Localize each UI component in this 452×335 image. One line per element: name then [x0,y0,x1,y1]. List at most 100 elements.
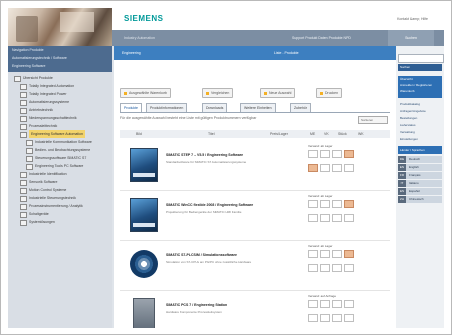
tree-item[interactable]: Totally Integrated Power [8,90,108,98]
tab-downloads[interactable]: Downloads [202,103,228,112]
tree-item[interactable]: Engineering Software Automation [8,130,108,138]
quantity-field[interactable] [308,314,318,322]
product-title-link[interactable]: SIMATIC S7-PLCSIM / Simulationssoftware [166,253,258,257]
tab-product-info[interactable]: Produktinformationen [146,103,188,112]
tree-item[interactable]: Steuerungssoftware SIMATIC S7 [8,154,108,162]
sort-select[interactable]: Sortieren [358,116,388,124]
quantity-field[interactable] [332,150,342,158]
quantity-field[interactable] [308,164,318,172]
language-row[interactable]: DE Deutsch [398,156,442,163]
product-status: Versand: ab Lager [308,194,333,198]
quantity-field[interactable] [320,164,330,172]
quantity-field[interactable] [332,214,342,222]
right-link[interactable]: Produktkatalog [400,102,420,106]
quantity-field[interactable] [344,200,354,208]
language-row[interactable]: EN English [398,164,442,171]
tree-item[interactable]: Totally Integrated Automation [8,82,108,90]
quantity-field[interactable] [332,200,342,208]
tree-item[interactable]: Antriebstechnik [8,106,108,114]
product-title-link[interactable]: SIMATIC WinCC flexible 2008 / Engineerin… [166,203,258,207]
quantity-field[interactable] [320,314,330,322]
product-image[interactable] [130,148,158,182]
quantity-field[interactable] [344,300,354,308]
main-title-bar: Engineering Liste - Produkte [114,46,396,60]
search-input[interactable] [398,54,444,63]
quantity-field[interactable] [332,300,342,308]
tree-item[interactable]: Industrielle Steuerungstechnik [8,194,108,202]
new-selection-button[interactable]: Neue Auswahl [260,88,296,98]
product-image[interactable] [130,250,158,278]
quantity-field[interactable] [332,164,342,172]
tree-item[interactable]: Motion Control Systeme [8,186,108,194]
quantity-field[interactable] [332,314,342,322]
quantity-field[interactable] [344,314,354,322]
product-tree: Übersicht Produkte Totally Integrated Aut… [8,74,108,226]
quantity-field[interactable] [320,250,330,258]
column-header[interactable]: Bild [136,132,142,136]
contact-link[interactable]: Kontakt &amp; Hilfe [397,17,428,21]
right-link[interactable]: Bestellungen [400,116,417,120]
right-link[interactable]: Lieferstatus [400,123,416,127]
tree-item[interactable]: Schaltgeräte [8,210,108,218]
nav-link-industry[interactable]: Industry Automation [124,36,155,40]
tree-item[interactable]: Industrielle Identifikation [8,170,108,178]
quantity-field[interactable] [344,214,354,222]
language-row[interactable]: IT Italiano [398,180,442,187]
tree-item-label: Antriebstechnik [29,108,53,112]
tab-products[interactable]: Produkte [120,103,143,112]
tree-item[interactable]: Sensorik Software [8,178,108,186]
quantity-field[interactable] [344,164,354,172]
quantity-field[interactable] [320,214,330,222]
search-button[interactable]: Suchen [398,64,442,71]
quantity-field[interactable] [308,250,318,258]
tree-item-label: Totally Integrated Automation [29,84,75,88]
tree-item[interactable]: Prozessleittechnik [8,122,108,130]
quantity-field[interactable] [320,300,330,308]
quantity-field[interactable] [308,300,318,308]
quantity-field[interactable] [332,264,342,272]
compare-button[interactable]: Vergleichen [202,88,234,98]
quantity-field[interactable] [344,150,354,158]
quantity-field[interactable] [320,200,330,208]
folder-icon[interactable] [20,220,27,226]
quantity-field[interactable] [308,264,318,272]
account-line[interactable]: Warenkorb [398,88,442,94]
tree-item[interactable]: Systemlösungen [8,218,108,226]
product-title-link[interactable]: SIMATIC PCS 7 / Engineering Station [166,303,258,307]
quantity-field[interactable] [320,264,330,272]
quantity-field[interactable] [308,214,318,222]
right-link[interactable]: Verwaltung [400,130,415,134]
quantity-field[interactable] [344,250,354,258]
tree-item[interactable]: Engineering Tools PC Software [8,162,108,170]
quantity-field[interactable] [308,200,318,208]
tree-item[interactable]: Automatisierungssysteme [8,98,108,106]
quantity-field[interactable] [344,264,354,272]
tab-more-units[interactable]: Weitere Einheiten [240,103,276,112]
quantity-field[interactable] [308,150,318,158]
column-header[interactable]: Preis/Lager [270,132,288,136]
right-link[interactable]: Einstellungen [400,137,418,141]
tab-accessories[interactable]: Zubehör [290,103,312,112]
right-panel: Suchen Übersicht Anmelden / Registrieren… [396,46,444,328]
print-button[interactable]: Drucken [316,88,343,98]
language-row[interactable]: FR Français [398,172,442,179]
left-nav-header-line: Engineering Software [12,64,46,68]
tree-item[interactable]: Niederspannungsschalttechnik [8,114,108,122]
tree-item[interactable]: Prozessinstrumentierung / Analytik [8,202,108,210]
language-row[interactable]: ZH Chinesisch [398,196,442,203]
nav-search-button[interactable]: Suchen [388,30,434,46]
quantity-field[interactable] [320,150,330,158]
quantity-field[interactable] [332,250,342,258]
language-row[interactable]: ES Español [398,188,442,195]
product-image[interactable] [130,198,158,232]
right-link[interactable]: Anfragen/Angebote [400,109,426,113]
product-title-link[interactable]: SIMATIC STEP 7 – V5.5 / Engineering Soft… [166,153,258,157]
product-image[interactable] [133,298,155,328]
nav-link-support[interactable]: Support Produkt Daten Produkte NPD [292,36,351,40]
tree-item[interactable]: Bedien- und Beobachtungssysteme [8,146,108,154]
add-to-cart-button[interactable]: Ausgewählte Warenkorb [120,88,172,98]
tree-item[interactable]: Industrielle Kommunikation Software [8,138,108,146]
tree-item[interactable]: Übersicht Produkte [8,74,108,82]
siemens-logo[interactable]: SIEMENS [124,14,164,23]
column-header[interactable]: Titel [208,132,214,136]
